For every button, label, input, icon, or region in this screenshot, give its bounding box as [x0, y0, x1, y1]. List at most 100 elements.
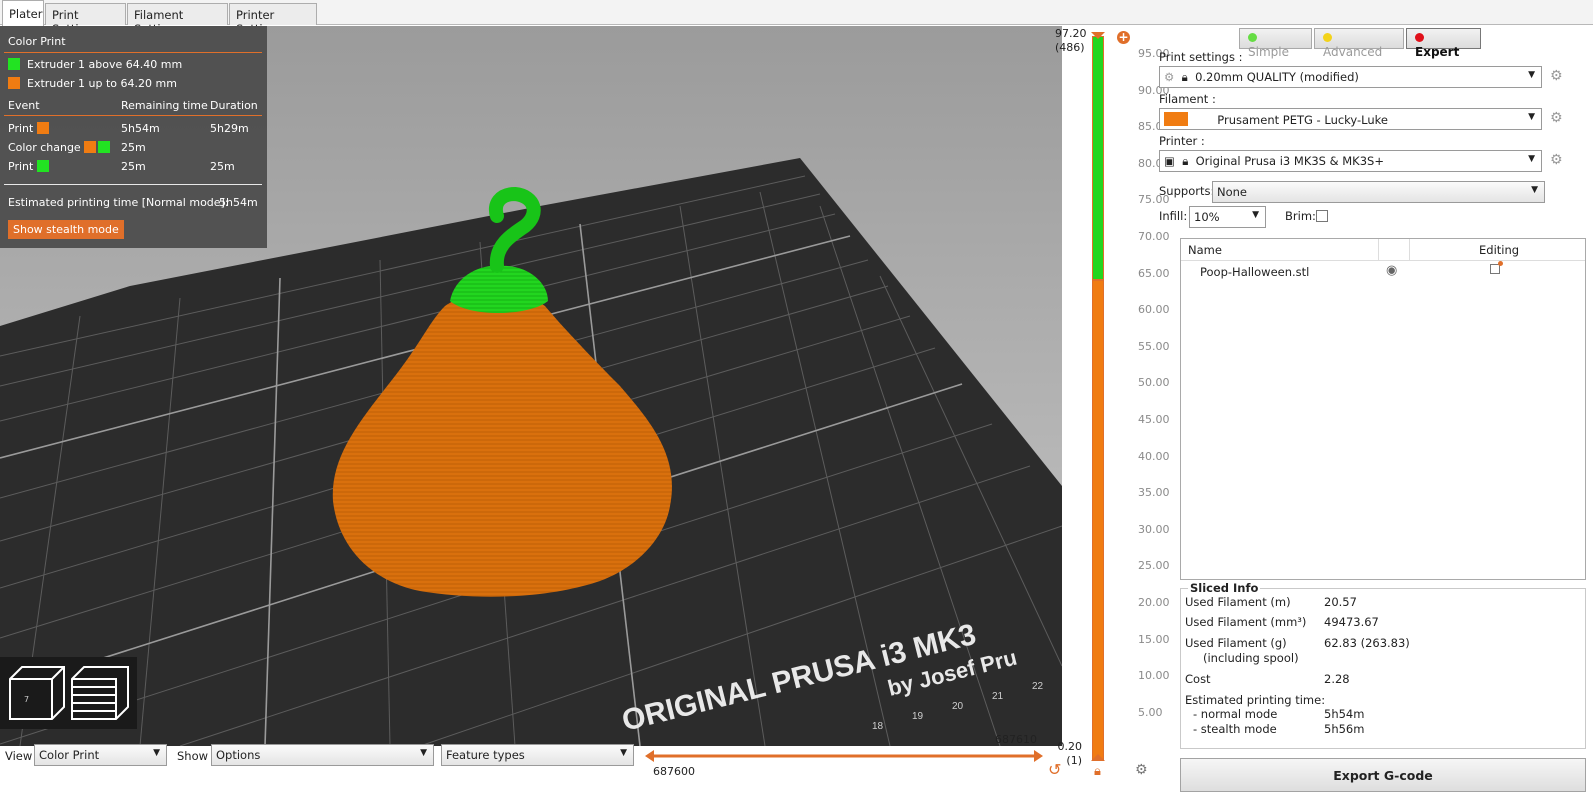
- printer-gear-icon[interactable]: ⚙: [1550, 152, 1563, 168]
- layer-tick-label: 35.00: [1138, 486, 1170, 500]
- chevron-down-icon: ▼: [1528, 70, 1535, 80]
- h-slider-left-value: 687600: [653, 765, 695, 778]
- export-gcode-button[interactable]: Export G-code: [1180, 758, 1586, 792]
- print-settings-gear-icon[interactable]: ⚙: [1550, 68, 1563, 84]
- chevron-down-icon: ▼: [1252, 210, 1259, 220]
- normal-mode-label: - normal mode: [1193, 707, 1278, 721]
- tab-bar: Plater Print Settings Filament Settings …: [0, 0, 1593, 36]
- layers-view-icon[interactable]: [71, 666, 129, 720]
- stealth-mode-value: 5h56m: [1324, 722, 1365, 736]
- legend-item: Extruder 1 above 64.40 mm: [8, 58, 182, 71]
- horizontal-move-slider[interactable]: [644, 746, 1044, 766]
- chevron-down-icon: ▼: [620, 748, 627, 758]
- normal-mode-value: 5h54m: [1324, 707, 1365, 721]
- filament-label: Filament :: [1159, 92, 1216, 106]
- chevron-down-icon: ▼: [1528, 112, 1535, 122]
- green-swatch-icon: [36, 160, 49, 172]
- object-list-header: Name Editing: [1181, 239, 1585, 261]
- slider-bottom-thumb-icon[interactable]: [1091, 754, 1105, 761]
- show-options-select[interactable]: Options ▼: [211, 744, 434, 766]
- green-swatch-icon: [8, 58, 20, 70]
- object-row[interactable]: Poop-Halloween.stl ◉: [1181, 261, 1585, 282]
- bed-tick-label: 19: [912, 711, 924, 722]
- brim-checkbox[interactable]: [1316, 210, 1328, 222]
- slider-bottom-value: 0.20: [1057, 740, 1083, 753]
- chevron-down-icon: ▼: [153, 748, 160, 758]
- cube-view-icon[interactable]: [9, 666, 65, 720]
- info-label: Used Filament (mm³): [1185, 615, 1307, 629]
- info-value: 2.28: [1324, 672, 1350, 686]
- feature-types-select[interactable]: Feature types ▼: [441, 744, 634, 766]
- supports-label: Supports:: [1159, 184, 1215, 198]
- tab-plater[interactable]: Plater: [2, 0, 44, 26]
- view-select[interactable]: Color Print ▼: [34, 744, 167, 766]
- layer-tick-label: 20.00: [1138, 596, 1170, 609]
- layer-tick-label: 15.00: [1138, 632, 1170, 646]
- red-dot-icon: [1415, 33, 1424, 42]
- orange-swatch-icon: [84, 141, 97, 153]
- layer-tick-label: 45.00: [1138, 413, 1170, 426]
- object-name: Poop-Halloween.stl: [1200, 265, 1310, 279]
- slider-left-thumb-icon: [645, 750, 654, 762]
- eye-icon[interactable]: ◉: [1386, 263, 1397, 278]
- column-name: Name: [1188, 243, 1222, 257]
- info-value: 49473.67: [1324, 615, 1379, 629]
- sliced-info-title: Sliced Info: [1188, 581, 1261, 595]
- mode-expert-button[interactable]: Expert: [1406, 28, 1481, 59]
- filament-select[interactable]: Prusament PETG - Lucky-Luke ▼: [1159, 108, 1542, 130]
- info-label: Used Filament (g): [1185, 636, 1287, 650]
- print-settings-select[interactable]: ⚙ 🔒︎ 0.20mm QUALITY (modified) ▼: [1159, 66, 1542, 88]
- lock-icon: 🔒︎: [1181, 70, 1188, 84]
- slider-top-layer: (486): [1055, 41, 1085, 54]
- green-swatch-icon: [98, 141, 111, 153]
- orange-swatch-icon: [36, 122, 49, 134]
- legend-title: Color Print: [8, 35, 66, 48]
- printer-label: Printer :: [1159, 134, 1205, 148]
- layer-tick-label: 5.00: [1138, 705, 1163, 719]
- mode-advanced-button[interactable]: Advanced: [1314, 28, 1404, 59]
- bed-tick-label: 18: [872, 721, 884, 732]
- layer-track-lower: [1092, 280, 1104, 760]
- printer-icon: ▣: [1164, 154, 1175, 168]
- color-print-legend: Color Print Extruder 1 above 64.40 mm Ex…: [0, 26, 267, 248]
- slider-top-thumb-icon[interactable]: [1091, 32, 1105, 39]
- bed-tick-label: 22: [1032, 681, 1044, 692]
- filament-color-swatch[interactable]: [1164, 112, 1188, 126]
- bed-tick-label: 20: [952, 701, 964, 712]
- event-row: Color change: [8, 141, 111, 154]
- mode-simple-button[interactable]: Simple: [1239, 28, 1312, 59]
- tab-print-settings[interactable]: Print Settings: [45, 3, 126, 36]
- brim-label: Brim:: [1285, 209, 1316, 223]
- layer-tick-label: 65.00: [1138, 266, 1170, 280]
- supports-select[interactable]: None ▼: [1212, 181, 1545, 203]
- info-label: Cost: [1185, 672, 1211, 686]
- header-remaining: Remaining time: [121, 99, 208, 112]
- h-slider-right-value: 687610: [995, 733, 1037, 746]
- filament-gear-icon[interactable]: ⚙: [1550, 110, 1563, 126]
- add-color-change-icon[interactable]: +: [1117, 31, 1130, 44]
- event-row: Print: [8, 122, 49, 135]
- gear-icon[interactable]: ⚙: [1135, 762, 1148, 778]
- tab-filament-settings[interactable]: Filament Settings: [127, 3, 228, 36]
- view-toolbar: 7: [0, 657, 137, 729]
- edit-settings-icon[interactable]: [1490, 261, 1503, 274]
- print-settings-label: Print settings :: [1159, 50, 1243, 64]
- printer-select[interactable]: ▣ 🔒︎ Original Prusa i3 MK3S & MK3S+ ▼: [1159, 150, 1542, 172]
- stealth-mode-label: - stealth mode: [1193, 722, 1277, 736]
- tab-printer-settings[interactable]: Printer Settings: [229, 3, 317, 36]
- slider-right-thumb-icon: [1034, 750, 1043, 762]
- green-dot-icon: [1248, 33, 1257, 42]
- estimate-label: Estimated printing time [Normal mode]:: [8, 196, 229, 209]
- view-label: View: [5, 749, 33, 763]
- show-stealth-mode-button[interactable]: Show stealth mode: [8, 220, 124, 239]
- chevron-down-icon: ▼: [1528, 154, 1535, 164]
- preset-gear-icon: ⚙: [1164, 70, 1175, 84]
- layer-tick-label: 10.00: [1138, 669, 1170, 683]
- lock-icon[interactable]: 🔒︎: [1094, 764, 1101, 779]
- infill-select[interactable]: 10% ▼: [1189, 206, 1266, 228]
- slider-bottom-layer: (1): [1066, 754, 1082, 767]
- layer-track-upper: [1092, 36, 1104, 280]
- layer-tick-label: 60.00: [1138, 303, 1170, 317]
- chevron-down-icon: ▼: [1531, 185, 1538, 195]
- header-duration: Duration: [210, 99, 258, 112]
